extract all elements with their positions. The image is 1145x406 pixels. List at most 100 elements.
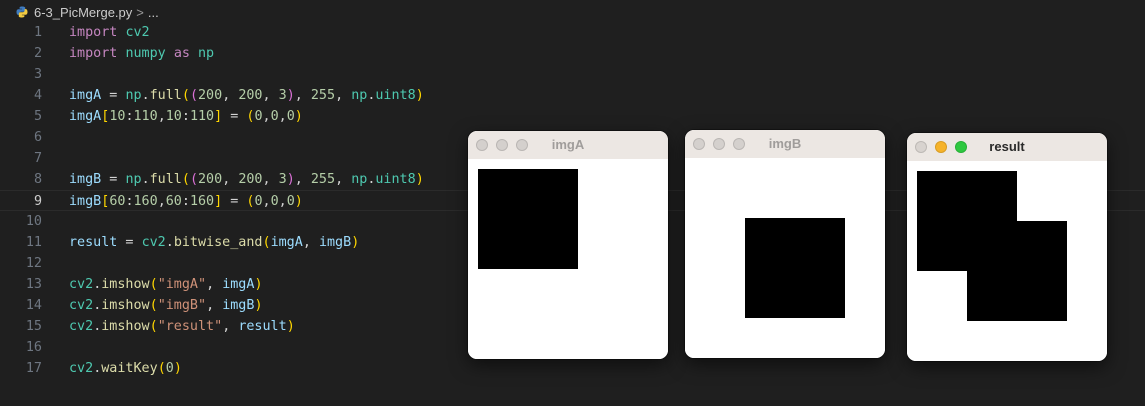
code-token: ( xyxy=(157,361,166,376)
code-token: uint8 xyxy=(375,88,416,103)
code-token: 3 xyxy=(278,88,287,103)
code-line[interactable]: 3 xyxy=(0,64,1145,85)
code-token: imgB xyxy=(318,235,352,250)
line-number: 17 xyxy=(25,361,42,376)
code-text: cv2.imshow("imgB", imgB) xyxy=(69,295,263,316)
code-token: 110 xyxy=(133,109,158,124)
code-token: imgA xyxy=(69,88,102,103)
line-number: 9 xyxy=(33,194,42,209)
code-token: imshow xyxy=(101,277,150,292)
code-token: result xyxy=(238,319,287,334)
window-titlebar[interactable]: result xyxy=(907,133,1107,162)
line-number: 15 xyxy=(25,319,42,334)
code-token: 0 xyxy=(286,109,295,124)
code-token: 0 xyxy=(270,109,279,124)
code-token: 160 xyxy=(133,194,158,209)
code-token: cv2 xyxy=(69,298,94,313)
imgA-window[interactable]: imgA xyxy=(468,131,668,359)
code-token: , xyxy=(206,298,223,313)
code-token: ) xyxy=(286,319,295,334)
line-number: 10 xyxy=(25,214,42,229)
code-token: imgB xyxy=(69,194,102,209)
code-line[interactable]: 1 import cv2 xyxy=(0,22,1145,43)
code-token: , xyxy=(278,194,287,209)
window-titlebar[interactable]: imgA xyxy=(468,131,668,160)
window-title: result xyxy=(989,139,1025,154)
code-text: cv2.imshow("result", result) xyxy=(69,316,295,337)
code-token: ( xyxy=(149,319,158,334)
code-token: , xyxy=(206,277,223,292)
code-token: : xyxy=(181,194,190,209)
code-line[interactable]: 5 imgA[10:110,10:110] = (0,0,0) xyxy=(0,106,1145,127)
code-token: : xyxy=(125,109,134,124)
code-token: cv2 xyxy=(69,361,94,376)
code-token: ] xyxy=(214,109,223,124)
code-text: import cv2 xyxy=(69,22,150,43)
code-token: = xyxy=(117,235,142,250)
code-token: 60 xyxy=(165,194,182,209)
code-token: np xyxy=(125,88,142,103)
code-token: 10 xyxy=(165,109,182,124)
code-token: uint8 xyxy=(375,172,416,187)
code-token: , xyxy=(262,172,279,187)
code-token: , xyxy=(294,88,311,103)
black-square-b xyxy=(967,221,1067,321)
code-token: ( xyxy=(181,172,190,187)
line-number: 4 xyxy=(33,88,42,103)
code-token: np xyxy=(351,88,368,103)
window-title: imgB xyxy=(768,136,802,151)
code-token: , xyxy=(335,172,352,187)
code-text: imgB[60:160,60:160] = (0,0,0) xyxy=(69,191,303,212)
code-token: , xyxy=(294,172,311,187)
python-file-icon xyxy=(16,6,28,18)
code-line[interactable]: 4 imgA = np.full((200, 200, 3), 255, np.u… xyxy=(0,85,1145,106)
code-token: as xyxy=(173,46,190,61)
code-token: imgA xyxy=(222,277,255,292)
code-token: result xyxy=(69,235,118,250)
code-text: cv2.imshow("imgA", imgA) xyxy=(69,274,263,295)
code-line[interactable]: 17 cv2.waitKey(0) xyxy=(0,358,1145,379)
imgB-window[interactable]: imgB xyxy=(685,130,885,358)
code-token: ( xyxy=(149,277,158,292)
code-line[interactable]: 2 import numpy as np xyxy=(0,43,1145,64)
code-token: ) xyxy=(294,109,303,124)
code-token: , xyxy=(222,172,239,187)
code-token: = xyxy=(222,194,247,209)
code-token: 0 xyxy=(165,361,174,376)
code-token: , xyxy=(278,109,287,124)
code-token: ) xyxy=(286,172,295,187)
line-number: 2 xyxy=(33,46,42,61)
code-token: 10 xyxy=(109,109,126,124)
breadcrumb-file[interactable]: 6-3_PicMerge.py xyxy=(34,5,132,20)
code-token: imgA xyxy=(69,109,102,124)
code-token: ) xyxy=(415,172,424,187)
code-token: imgA xyxy=(270,235,303,250)
code-token: ( xyxy=(189,88,198,103)
code-token: "imgB" xyxy=(157,298,207,313)
code-token: = xyxy=(101,88,126,103)
code-token: , xyxy=(262,194,271,209)
code-token: cv2 xyxy=(125,25,150,40)
result-window[interactable]: result xyxy=(907,133,1107,361)
code-text: imgA = np.full((200, 200, 3), 255, np.ui… xyxy=(69,85,424,106)
line-number: 1 xyxy=(33,25,42,40)
code-token: , xyxy=(302,235,319,250)
image-canvas xyxy=(685,158,885,358)
code-token: 0 xyxy=(254,194,263,209)
code-token: waitKey xyxy=(101,361,158,376)
code-token: : xyxy=(125,194,134,209)
code-token: 200 xyxy=(238,172,263,187)
breadcrumb-symbol[interactable]: ... xyxy=(148,5,159,20)
code-token: full xyxy=(149,172,182,187)
code-token: 110 xyxy=(189,109,215,124)
code-token: ) xyxy=(294,194,303,209)
code-token: numpy xyxy=(125,46,166,61)
code-token: bitwise_and xyxy=(173,235,263,250)
code-token: = xyxy=(101,172,126,187)
code-text: import numpy as np xyxy=(69,43,214,64)
window-titlebar[interactable]: imgB xyxy=(685,130,885,159)
code-token: ) xyxy=(286,88,295,103)
code-token: , xyxy=(262,109,271,124)
code-token: full xyxy=(149,88,182,103)
